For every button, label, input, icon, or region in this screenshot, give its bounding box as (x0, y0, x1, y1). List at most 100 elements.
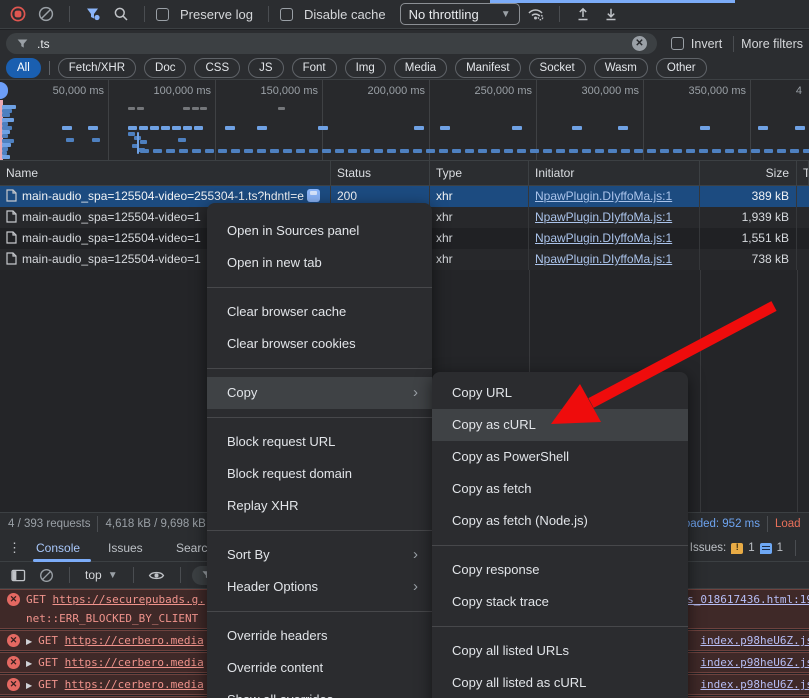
source-location-link[interactable]: index.p98heU6Z.js (700, 675, 809, 694)
source-location-link[interactable]: s_018617436.html:19 (687, 590, 809, 609)
menu-item-block-request-url[interactable]: Block request URL (207, 426, 432, 458)
submenu-item-copy-as-fetch[interactable]: Copy as fetch (432, 473, 688, 505)
improvement-issue-icon (760, 543, 772, 554)
waterfall-dash (660, 149, 669, 153)
request-url-link[interactable]: https://cerbero.media (65, 678, 204, 691)
waterfall-dash (738, 149, 747, 153)
request-method: GET (26, 593, 53, 606)
transferred-size: 4,618 kB / 9,698 kB (105, 518, 205, 530)
chevron-down-icon: ▼ (501, 9, 511, 20)
clear-filter-icon[interactable]: ✕ (632, 36, 647, 51)
submenu-item-copy-url[interactable]: Copy URL (432, 377, 688, 409)
throttling-dropdown[interactable]: No throttling ▼ (400, 3, 520, 25)
column-header-status[interactable]: Status (331, 161, 430, 186)
menu-item-clear-browser-cookies[interactable]: Clear browser cookies (207, 328, 432, 360)
more-filters-button[interactable]: More filters (741, 37, 803, 51)
request-url-link[interactable]: https://cerbero.media (65, 656, 204, 669)
menu-item-clear-browser-cache[interactable]: Clear browser cache (207, 296, 432, 328)
chip-manifest[interactable]: Manifest (455, 58, 520, 78)
menu-item-header-options[interactable]: Header Options› (207, 571, 432, 603)
menu-item-replay-xhr[interactable]: Replay XHR (207, 490, 432, 522)
menu-item-sort-by[interactable]: Sort By› (207, 539, 432, 571)
expand-triangle-icon[interactable]: ▶ (26, 681, 32, 690)
menu-item-show-all-overrides[interactable]: Show all overrides (207, 684, 432, 698)
clear-network-log-button[interactable] (34, 2, 58, 26)
preserve-log-checkbox[interactable] (156, 8, 169, 21)
waterfall-dash (140, 140, 147, 144)
filter-funnel-icon (16, 37, 29, 50)
source-location-link[interactable]: index.p98heU6Z.js (700, 631, 809, 650)
submenu-item-copy-all-listed-urls[interactable]: Copy all listed URLs (432, 635, 688, 667)
invert-checkbox[interactable] (671, 37, 684, 50)
source-location-link[interactable]: index.p98heU6Z.js (700, 653, 809, 672)
menu-item-override-headers[interactable]: Override headers (207, 620, 432, 652)
waterfall-dash (764, 149, 773, 153)
time-cell (797, 228, 809, 249)
eye-icon[interactable] (145, 563, 169, 587)
time-cell (797, 186, 809, 207)
network-conditions-icon[interactable] (524, 2, 548, 26)
context-selector[interactable]: top ▼ (81, 568, 122, 582)
menu-item-block-request-domain[interactable]: Block request domain (207, 458, 432, 490)
chip-other[interactable]: Other (656, 58, 707, 78)
waterfall-dash (66, 138, 74, 142)
filter-icon[interactable] (81, 2, 105, 26)
console-sidebar-icon[interactable] (6, 563, 30, 587)
toolbar-divider (559, 6, 560, 22)
chip-media[interactable]: Media (394, 58, 447, 78)
disable-cache-checkbox[interactable] (280, 8, 293, 21)
waterfall-dash (161, 126, 170, 130)
submenu-item-copy-as-powershell[interactable]: Copy as PowerShell (432, 441, 688, 473)
menu-item-open-in-sources-panel[interactable]: Open in Sources panel (207, 215, 432, 247)
search-icon[interactable] (109, 2, 133, 26)
chip-js[interactable]: JS (248, 58, 283, 78)
import-har-icon[interactable] (599, 2, 623, 26)
chip-img[interactable]: Img (345, 58, 386, 78)
column-header-name[interactable]: Name (0, 161, 331, 186)
tab-console[interactable]: Console (36, 534, 80, 562)
clear-console-icon[interactable] (34, 563, 58, 587)
chip-socket[interactable]: Socket (529, 58, 586, 78)
waterfall-dash (318, 126, 328, 130)
chip-fetchxhr[interactable]: Fetch/XHR (58, 58, 136, 78)
column-header-size[interactable]: Size (700, 161, 797, 186)
initiator-link[interactable]: NpawPlugin.DIyffoMa.js:1 (535, 231, 672, 245)
waterfall-dash (400, 149, 409, 153)
column-header-initiator[interactable]: Initiator (529, 161, 700, 186)
submenu-item-copy-stack-trace[interactable]: Copy stack trace (432, 586, 688, 618)
document-icon (6, 252, 17, 265)
export-har-icon[interactable] (571, 2, 595, 26)
column-header-time[interactable]: Time (797, 161, 809, 186)
menu-item-copy[interactable]: Copy› (207, 377, 432, 409)
initiator-link[interactable]: NpawPlugin.DIyffoMa.js:1 (535, 252, 672, 266)
column-header-type[interactable]: Type (430, 161, 529, 186)
record-network-log-button[interactable] (6, 2, 30, 26)
chip-wasm[interactable]: Wasm (594, 58, 648, 78)
waterfall-dash (790, 149, 799, 153)
initiator-link[interactable]: NpawPlugin.DIyffoMa.js:1 (535, 189, 672, 203)
tab-issues[interactable]: Issues (108, 534, 143, 562)
expand-triangle-icon[interactable]: ▶ (26, 659, 32, 668)
filter-input[interactable]: .ts ✕ (6, 33, 657, 54)
drawer-menu-icon[interactable]: ⋮ (8, 534, 21, 562)
submenu-item-copy-all-listed-as-curl[interactable]: Copy all listed as cURL (432, 667, 688, 698)
request-url-link[interactable]: https://cerbero.media (65, 634, 204, 647)
initiator-link[interactable]: NpawPlugin.DIyffoMa.js:1 (535, 210, 672, 224)
waterfall-overview[interactable]: 50,000 ms100,000 ms150,000 ms200,000 ms2… (0, 80, 809, 161)
clipboard-badge-icon (307, 189, 320, 202)
waterfall-dash (374, 149, 383, 153)
menu-item-override-content[interactable]: Override content (207, 652, 432, 684)
chip-font[interactable]: Font (292, 58, 337, 78)
submenu-item-copy-response[interactable]: Copy response (432, 554, 688, 586)
chip-css[interactable]: CSS (194, 58, 240, 78)
overview-tick-label: 150,000 ms (218, 85, 318, 97)
submenu-item-copy-as-fetch-node-js-[interactable]: Copy as fetch (Node.js) (432, 505, 688, 537)
submenu-item-copy-as-curl[interactable]: Copy as cURL (432, 409, 688, 441)
network-table-header: NameStatusTypeInitiatorSizeTime (0, 161, 809, 186)
waterfall-dash (179, 149, 188, 153)
chip-doc[interactable]: Doc (144, 58, 186, 78)
request-url-link[interactable]: https://securepubads.g. (53, 593, 205, 606)
menu-item-open-in-new-tab[interactable]: Open in new tab (207, 247, 432, 279)
chip-all[interactable]: All (6, 58, 41, 78)
expand-triangle-icon[interactable]: ▶ (26, 637, 32, 646)
